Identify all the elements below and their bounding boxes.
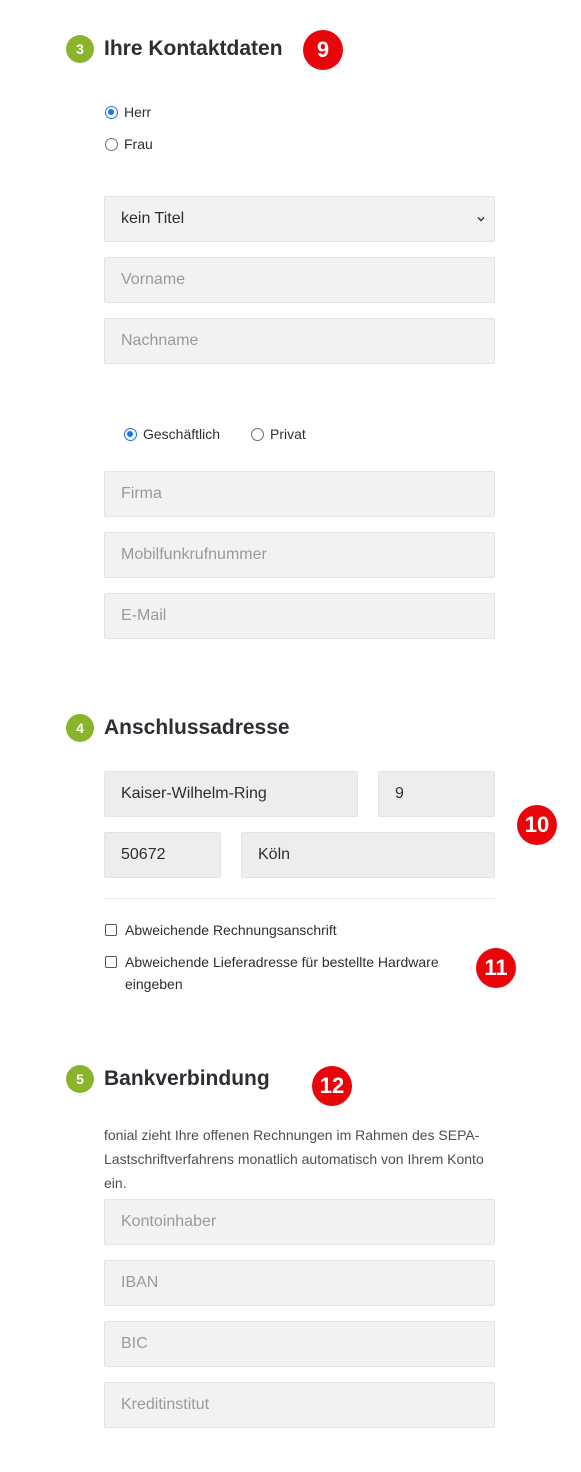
bank-name-input[interactable]: Kreditinstitut	[104, 1382, 495, 1428]
annotation-marker-10: 10	[517, 805, 557, 845]
iban-input[interactable]: IBAN	[104, 1260, 495, 1306]
salutation-radio-frau[interactable]: Frau	[105, 136, 153, 152]
address-section-header: 4 Anschlussadresse	[66, 714, 290, 742]
annotation-marker-9: 9	[303, 30, 343, 70]
checkbox-icon	[105, 956, 117, 968]
billing-address-checkbox[interactable]: Abweichende Rechnungsanschrift	[105, 919, 337, 941]
delivery-address-label: Abweichende Lieferadresse für bestellte …	[125, 954, 439, 992]
address-section-title: Anschlussadresse	[104, 716, 290, 739]
account-holder-input[interactable]: Kontoinhaber	[104, 1199, 495, 1245]
house-number-input[interactable]: 9	[378, 771, 495, 817]
bank-section-header: 5 Bankverbindung	[66, 1065, 270, 1093]
email-input[interactable]: E-Mail	[104, 593, 495, 639]
billing-address-label: Abweichende Rechnungsanschrift	[125, 922, 337, 938]
delivery-address-checkbox[interactable]: Abweichende Lieferadresse für bestellte …	[105, 951, 450, 995]
annotation-marker-12: 12	[312, 1066, 352, 1106]
step-badge-5: 5	[66, 1065, 94, 1093]
checkbox-icon	[105, 924, 117, 936]
radio-unchecked-icon	[105, 137, 118, 151]
contact-section-header: 3 Ihre Kontaktdaten	[66, 35, 283, 63]
salutation-radio-herr[interactable]: Herr	[105, 104, 151, 120]
contact-section-title: Ihre Kontaktdaten	[104, 37, 283, 60]
customer-type-label-business: Geschäftlich	[143, 426, 221, 442]
bank-section-title: Bankverbindung	[104, 1067, 270, 1090]
customer-type-radio-business[interactable]: Geschäftlich	[124, 426, 220, 442]
customer-type-radio-private[interactable]: Privat	[251, 426, 306, 442]
step-badge-3: 3	[66, 35, 94, 63]
street-input[interactable]: Kaiser-Wilhelm-Ring	[104, 771, 358, 817]
zip-input[interactable]: 50672	[104, 832, 221, 878]
title-select-value: kein Titel	[121, 210, 185, 227]
radio-checked-icon	[105, 105, 118, 119]
lastname-input[interactable]: Nachname	[104, 318, 495, 364]
salutation-label-herr: Herr	[124, 104, 152, 120]
radio-checked-icon	[124, 427, 137, 441]
customer-type-label-private: Privat	[270, 426, 306, 442]
title-select[interactable]: kein Titel	[104, 196, 495, 242]
address-divider	[104, 898, 495, 899]
annotation-marker-11: 11	[476, 948, 516, 988]
chevron-down-icon	[477, 217, 485, 222]
firstname-input[interactable]: Vorname	[104, 257, 495, 303]
radio-unchecked-icon	[251, 427, 264, 441]
step-badge-4: 4	[66, 714, 94, 742]
company-input[interactable]: Firma	[104, 471, 495, 517]
bank-description: fonial zieht Ihre offenen Rechnungen im …	[104, 1127, 484, 1191]
city-input[interactable]: Köln	[241, 832, 495, 878]
mobile-input[interactable]: Mobilfunkrufnummer	[104, 532, 495, 578]
salutation-label-frau: Frau	[124, 136, 153, 152]
bic-input[interactable]: BIC	[104, 1321, 495, 1367]
